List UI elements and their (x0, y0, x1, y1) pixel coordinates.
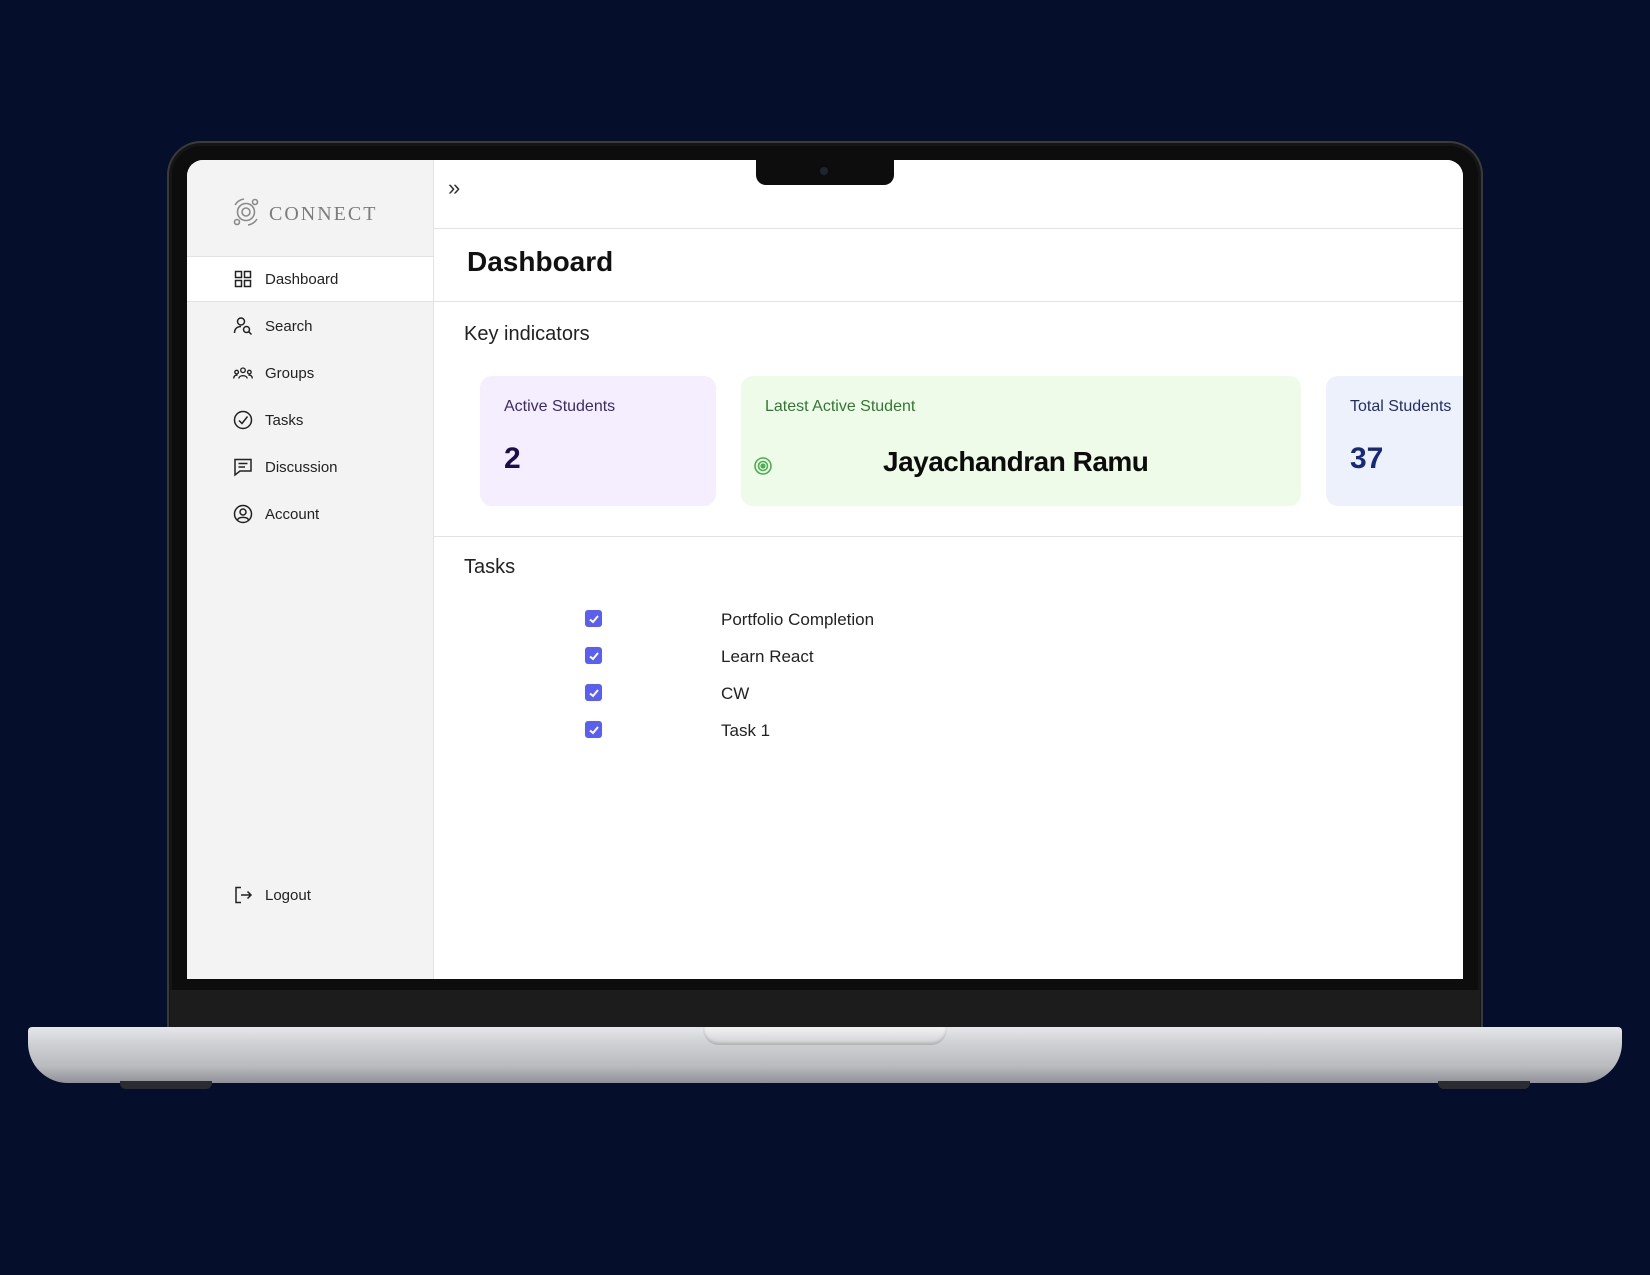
sidebar: CONNECT Dashboard Search Groups Tasks Di… (187, 160, 434, 979)
logo[interactable]: CONNECT (229, 195, 377, 234)
sidebar-item-label: Tasks (265, 411, 304, 429)
grid-icon (233, 269, 253, 289)
sidebar-item-dashboard[interactable]: Dashboard (187, 256, 433, 302)
active-status-icon (753, 456, 773, 481)
expand-sidebar-button[interactable]: » (448, 176, 460, 200)
sidebar-item-label: Dashboard (265, 270, 339, 288)
logout-label: Logout (265, 886, 311, 904)
connect-logo-icon (229, 195, 263, 234)
task-label: Portfolio Completion (721, 610, 875, 629)
page-title: Dashboard (467, 246, 614, 277)
task-label: Learn React (721, 647, 814, 666)
sidebar-item-label: Account (265, 505, 320, 523)
laptop-foot (120, 1081, 212, 1089)
task-item: CW (434, 680, 1234, 710)
laptop-opening-groove (703, 1027, 947, 1045)
card-label: Total Students (1350, 398, 1452, 415)
task-item: Task 1 (434, 717, 1234, 747)
camera-notch (756, 160, 894, 185)
laptop-foot (1438, 1081, 1530, 1089)
card-label: Active Students (504, 398, 616, 415)
task-checkbox[interactable] (585, 721, 602, 738)
active-students-card: Active Students 2 (480, 376, 716, 506)
sidebar-item-search[interactable]: Search (187, 303, 433, 349)
divider (434, 536, 1463, 537)
sidebar-item-label: Search (265, 317, 313, 335)
latest-student-row: Jayachandran Ramu (753, 446, 1293, 486)
message-square-icon (233, 457, 253, 477)
task-checkbox[interactable] (585, 684, 602, 701)
total-students-card: Total Students 37 (1326, 376, 1463, 506)
logout-button[interactable]: Logout (187, 872, 433, 918)
users-group-icon (233, 363, 253, 383)
sidebar-item-label: Groups (265, 364, 315, 382)
sidebar-item-label: Discussion (265, 458, 338, 476)
main-content: » Dashboard Key indicators Active Studen… (434, 160, 1463, 979)
card-label: Latest Active Student (765, 398, 916, 415)
sidebar-item-discussion[interactable]: Discussion (187, 444, 433, 490)
card-value: 37 (1350, 442, 1384, 475)
logo-text: CONNECT (269, 203, 378, 225)
screen: CONNECT Dashboard Search Groups Tasks Di… (187, 160, 1463, 979)
user-search-icon (233, 316, 253, 336)
task-label: Task 1 (721, 721, 771, 740)
latest-student-name: Jayachandran Ramu (883, 446, 1149, 477)
latest-active-student-card: Latest Active Student Jayachandran Ramu (741, 376, 1301, 506)
task-checkbox[interactable] (585, 647, 602, 664)
tasks-title: Tasks (464, 556, 516, 578)
task-item: Learn React (434, 643, 1234, 673)
sidebar-item-account[interactable]: Account (187, 491, 433, 537)
card-value: 2 (504, 442, 521, 475)
sidebar-item-groups[interactable]: Groups (187, 350, 433, 396)
user-circle-icon (233, 504, 253, 524)
task-item: Portfolio Completion (434, 606, 1234, 636)
divider (434, 301, 1463, 302)
topbar: » (434, 160, 1463, 229)
laptop-bezel (170, 990, 1480, 1028)
camera-icon (820, 167, 828, 175)
sidebar-item-tasks[interactable]: Tasks (187, 397, 433, 443)
task-label: CW (721, 684, 750, 703)
check-circle-icon (233, 410, 253, 430)
task-checkbox[interactable] (585, 610, 602, 627)
key-indicators-title: Key indicators (464, 323, 590, 345)
logout-icon (233, 885, 253, 905)
